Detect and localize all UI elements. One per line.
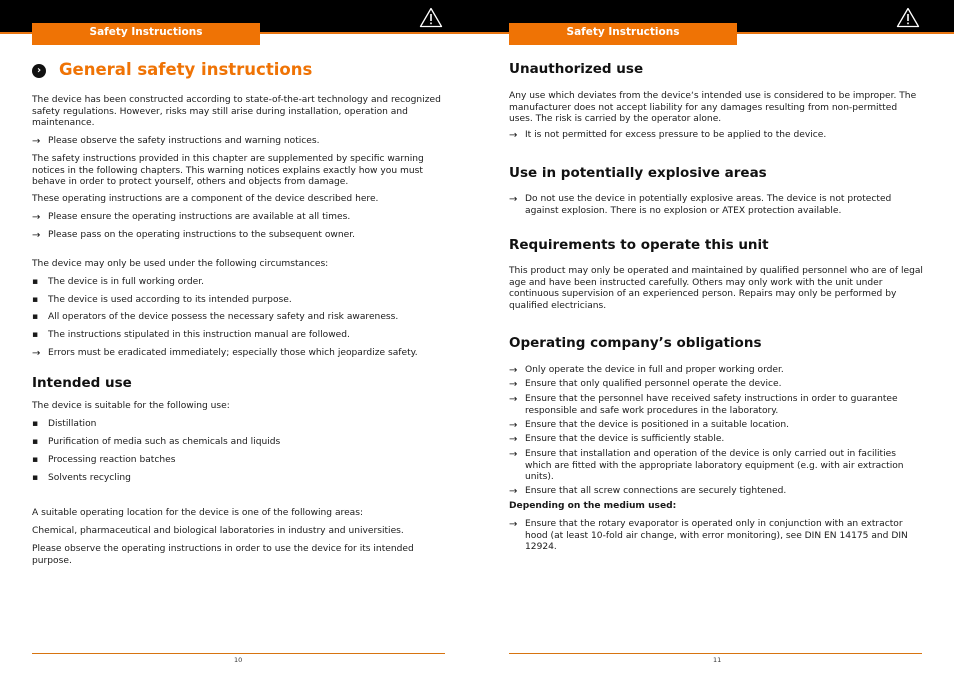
list-item: → Only operate the device in full and pro… (509, 365, 784, 376)
arrow-icon: → (509, 486, 518, 497)
list-item: → Ensure that the personnel have received… (509, 394, 898, 416)
list-item: → Do not use the device in potentially ex… (509, 194, 892, 216)
list-item: → Ensure that the device is positioned in… (509, 420, 789, 431)
arrow-icon: → (509, 449, 518, 460)
arrow-icon: → (509, 434, 518, 445)
arrow-icon: → (32, 348, 41, 359)
paragraph: This product may only be operated and ma… (509, 266, 923, 311)
list-item: ▪ Solvents recycling (32, 473, 131, 483)
subheading: Depending on the medium used: (509, 501, 677, 511)
list-item: → Please observe the safety instructions … (32, 136, 320, 147)
section-heading: Requirements to operate this unit (509, 237, 769, 253)
arrow-icon: → (509, 130, 518, 141)
bullet-icon: ▪ (32, 437, 39, 447)
bullet-icon: ▪ (32, 277, 39, 287)
list-item: → Ensure that the device is sufficiently … (509, 434, 725, 445)
arrow-icon: → (509, 365, 518, 376)
bullet-icon: ▪ (32, 419, 39, 429)
paragraph: The device may only be used under the fo… (32, 259, 329, 269)
paragraph: The device is suitable for the following… (32, 401, 230, 411)
list-item: ▪ The device is in full working order. (32, 277, 205, 287)
list-item: → Ensure that the rotary evaporator is op… (509, 519, 908, 553)
list-item: ▪ The device is used according to its int… (32, 295, 292, 305)
page-number: 11 (713, 656, 722, 664)
bullet-icon: ▪ (32, 295, 39, 305)
section-tab-right: Safety Instructions (509, 23, 737, 45)
list-item: ▪ The instructions stipulated in this ins… (32, 330, 350, 340)
section-heading: Unauthorized use (509, 61, 644, 77)
list-item: → Please pass on the operating instructio… (32, 230, 355, 241)
chevron-circle-icon: › (32, 64, 46, 78)
paragraph: Chemical, pharmaceutical and biological … (32, 526, 404, 536)
arrow-icon: → (509, 379, 518, 390)
arrow-icon: → (509, 519, 518, 530)
footer-divider (509, 653, 922, 655)
list-item: → Ensure that installation and operation … (509, 449, 904, 483)
list-item: ▪ Distillation (32, 419, 97, 429)
list-item: → Errors must be eradicated immediately; … (32, 348, 418, 359)
arrow-icon: → (509, 394, 518, 405)
bullet-icon: ▪ (32, 455, 39, 465)
arrow-icon: → (32, 212, 41, 223)
intro-paragraph: The device has been constructed accordin… (32, 95, 441, 129)
bullet-icon: ▪ (32, 330, 39, 340)
arrow-icon: → (509, 420, 518, 431)
list-item: → Ensure that all screw connections are s… (509, 486, 787, 497)
section-heading: Use in potentially explosive areas (509, 165, 767, 181)
bullet-icon: ▪ (32, 473, 39, 483)
paragraph: Any use which deviates from the device‘s… (509, 91, 917, 125)
section-tab-left: Safety Instructions (32, 23, 260, 45)
list-item: → Ensure that only qualified personnel op… (509, 379, 782, 390)
paragraph: The safety instructions provided in this… (32, 154, 424, 188)
page-title: › General safety instructions (32, 60, 312, 79)
list-item: → Please ensure the operating instruction… (32, 212, 351, 223)
section-heading: Intended use (32, 375, 132, 391)
bullet-icon: ▪ (32, 312, 39, 322)
arrow-icon: → (32, 136, 41, 147)
paragraph: These operating instructions are a compo… (32, 194, 379, 204)
list-item: ▪ Processing reaction batches (32, 455, 176, 465)
arrow-icon: → (32, 230, 41, 241)
section-heading: Operating company’s obligations (509, 335, 762, 351)
warning-triangle-icon (419, 7, 443, 28)
list-item: ▪ Purification of media such as chemicals… (32, 437, 281, 447)
warning-triangle-icon (896, 7, 920, 28)
arrow-icon: → (509, 194, 518, 205)
list-item: ▪ All operators of the device possess the… (32, 312, 399, 322)
list-item: → It is not permitted for excess pressure… (509, 130, 827, 141)
paragraph: Please observe the operating instruction… (32, 544, 414, 566)
footer-divider (32, 653, 445, 655)
page-number: 10 (234, 656, 243, 664)
paragraph: A suitable operating location for the de… (32, 508, 364, 518)
